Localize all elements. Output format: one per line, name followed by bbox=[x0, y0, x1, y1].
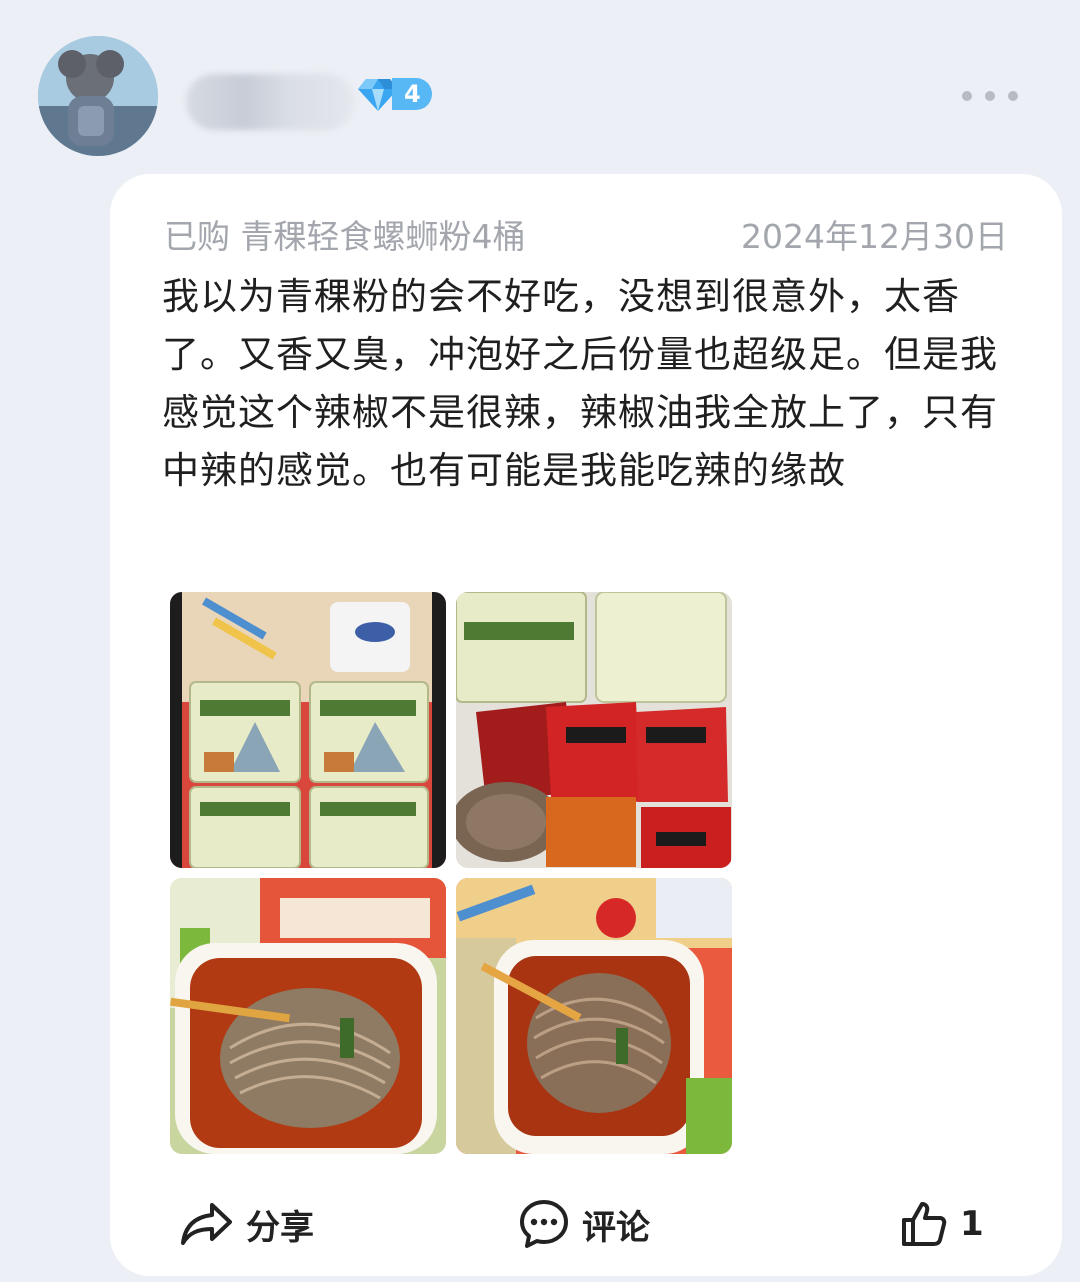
more-options-icon[interactable] bbox=[962, 84, 1018, 108]
comment-icon bbox=[520, 1200, 568, 1248]
photo-noodles-bowl-2[interactable] bbox=[456, 878, 732, 1154]
comment-button[interactable]: 评论 bbox=[518, 1184, 650, 1264]
thumbs-up-icon bbox=[902, 1202, 947, 1246]
avatar[interactable] bbox=[38, 36, 158, 156]
review-meta: 已购 青稞轻食螺蛳粉4桶 2024年12月30日 bbox=[164, 214, 1008, 256]
photo-ingredient-packets[interactable] bbox=[456, 592, 732, 868]
level-badge: 4 bbox=[358, 76, 434, 112]
photo-product-cups-image bbox=[170, 592, 446, 868]
like-count: 1 bbox=[960, 1204, 984, 1244]
review-card: 已购 青稞轻食螺蛳粉4桶 2024年12月30日 我以为青稞粉的会不好吃，没想到… bbox=[110, 174, 1062, 1276]
review-date: 2024年12月30日 bbox=[741, 217, 1008, 256]
like-button[interactable]: 1 bbox=[900, 1184, 984, 1264]
review-text: 我以为青稞粉的会不好吃，没想到很意外，太香了。又香又臭，冲泡好之后份量也超级足。… bbox=[162, 275, 998, 492]
share-button[interactable]: 分享 bbox=[180, 1184, 314, 1264]
photo-noodles-bowl-image bbox=[170, 878, 446, 1154]
purchase-info[interactable]: 已购 青稞轻食螺蛳粉4桶 bbox=[164, 210, 526, 258]
level-number: 4 bbox=[392, 78, 432, 110]
action-bar: 分享 评论 1 bbox=[110, 1184, 1062, 1264]
photo-product-cups[interactable] bbox=[170, 592, 446, 868]
photo-noodles-bowl-2-image bbox=[456, 878, 732, 1154]
share-label: 分享 bbox=[246, 1207, 314, 1248]
comment-label: 评论 bbox=[582, 1207, 650, 1248]
share-icon bbox=[181, 1203, 232, 1245]
photo-noodles-bowl[interactable] bbox=[170, 878, 446, 1154]
photo-ingredient-packets-image bbox=[456, 592, 732, 868]
username-blurred[interactable] bbox=[186, 74, 354, 130]
avatar-image bbox=[38, 36, 158, 156]
